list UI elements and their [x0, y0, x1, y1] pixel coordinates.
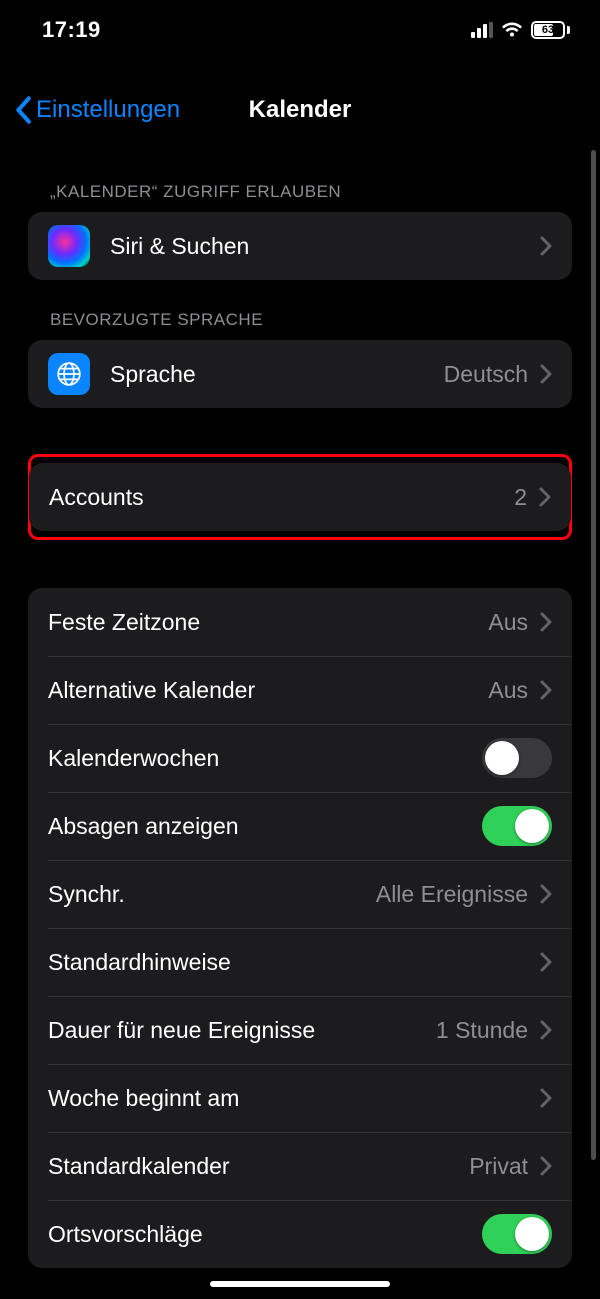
accounts-label: Accounts — [49, 484, 144, 511]
navigation-bar: Einstellungen Kalender — [0, 80, 600, 140]
globe-icon — [48, 353, 90, 395]
back-button[interactable]: Einstellungen — [0, 96, 180, 124]
event-duration-row[interactable]: Dauer für neue Ereignisse 1 Stunde — [28, 996, 572, 1064]
sync-value: Alle Ereignisse — [376, 881, 528, 908]
chevron-right-icon — [540, 612, 552, 632]
alternative-calendar-label: Alternative Kalender — [48, 677, 255, 704]
language-value: Deutsch — [444, 361, 528, 388]
week-start-row[interactable]: Woche beginnt am — [28, 1064, 572, 1132]
location-suggestions-row: Ortsvorschläge — [28, 1200, 572, 1268]
language-label: Sprache — [110, 361, 196, 388]
chevron-left-icon — [14, 96, 32, 124]
timezone-label: Feste Zeitzone — [48, 609, 200, 636]
chevron-right-icon — [540, 364, 552, 384]
location-suggestions-label: Ortsvorschläge — [48, 1221, 203, 1248]
chevron-right-icon — [540, 236, 552, 256]
week-numbers-label: Kalenderwochen — [48, 745, 219, 772]
scroll-indicator[interactable] — [591, 150, 596, 1160]
language-row[interactable]: Sprache Deutsch — [28, 340, 572, 408]
show-declines-label: Absagen anzeigen — [48, 813, 239, 840]
default-alerts-row[interactable]: Standardhinweise — [28, 928, 572, 996]
week-numbers-toggle[interactable] — [482, 738, 552, 778]
cellular-signal-icon — [471, 22, 493, 38]
show-declines-row: Absagen anzeigen — [28, 792, 572, 860]
sync-row[interactable]: Synchr. Alle Ereignisse — [28, 860, 572, 928]
chevron-right-icon — [539, 487, 551, 507]
location-suggestions-toggle[interactable] — [482, 1214, 552, 1254]
status-bar: 17:19 63 — [0, 0, 600, 60]
timezone-value: Aus — [488, 609, 528, 636]
default-alerts-label: Standardhinweise — [48, 949, 231, 976]
accounts-value: 2 — [514, 484, 527, 511]
sync-label: Synchr. — [48, 881, 125, 908]
chevron-right-icon — [540, 1156, 552, 1176]
default-calendar-row[interactable]: Standardkalender Privat — [28, 1132, 572, 1200]
chevron-right-icon — [540, 884, 552, 904]
default-calendar-label: Standardkalender — [48, 1153, 230, 1180]
back-label: Einstellungen — [36, 96, 180, 124]
section-header-language: BEVORZUGTE SPRACHE — [28, 280, 572, 340]
section-header-access: „KALENDER“ ZUGRIFF ERLAUBEN — [28, 140, 572, 212]
alternative-calendar-value: Aus — [488, 677, 528, 704]
show-declines-toggle[interactable] — [482, 806, 552, 846]
event-duration-value: 1 Stunde — [436, 1017, 528, 1044]
chevron-right-icon — [540, 1020, 552, 1040]
alternative-calendar-row[interactable]: Alternative Kalender Aus — [28, 656, 572, 724]
siri-search-label: Siri & Suchen — [110, 233, 249, 260]
battery-indicator: 63 — [531, 21, 570, 39]
event-duration-label: Dauer für neue Ereignisse — [48, 1017, 315, 1044]
home-indicator[interactable] — [210, 1281, 390, 1287]
chevron-right-icon — [540, 952, 552, 972]
accounts-row[interactable]: Accounts 2 — [29, 463, 571, 531]
highlight-annotation: Accounts 2 — [28, 454, 572, 540]
week-start-label: Woche beginnt am — [48, 1085, 239, 1112]
wifi-icon — [501, 22, 523, 38]
week-numbers-row: Kalenderwochen — [28, 724, 572, 792]
chevron-right-icon — [540, 1088, 552, 1108]
timezone-row[interactable]: Feste Zeitzone Aus — [28, 588, 572, 656]
siri-icon — [48, 225, 90, 267]
status-time: 17:19 — [42, 17, 101, 43]
chevron-right-icon — [540, 680, 552, 700]
siri-search-row[interactable]: Siri & Suchen — [28, 212, 572, 280]
default-calendar-value: Privat — [469, 1153, 528, 1180]
